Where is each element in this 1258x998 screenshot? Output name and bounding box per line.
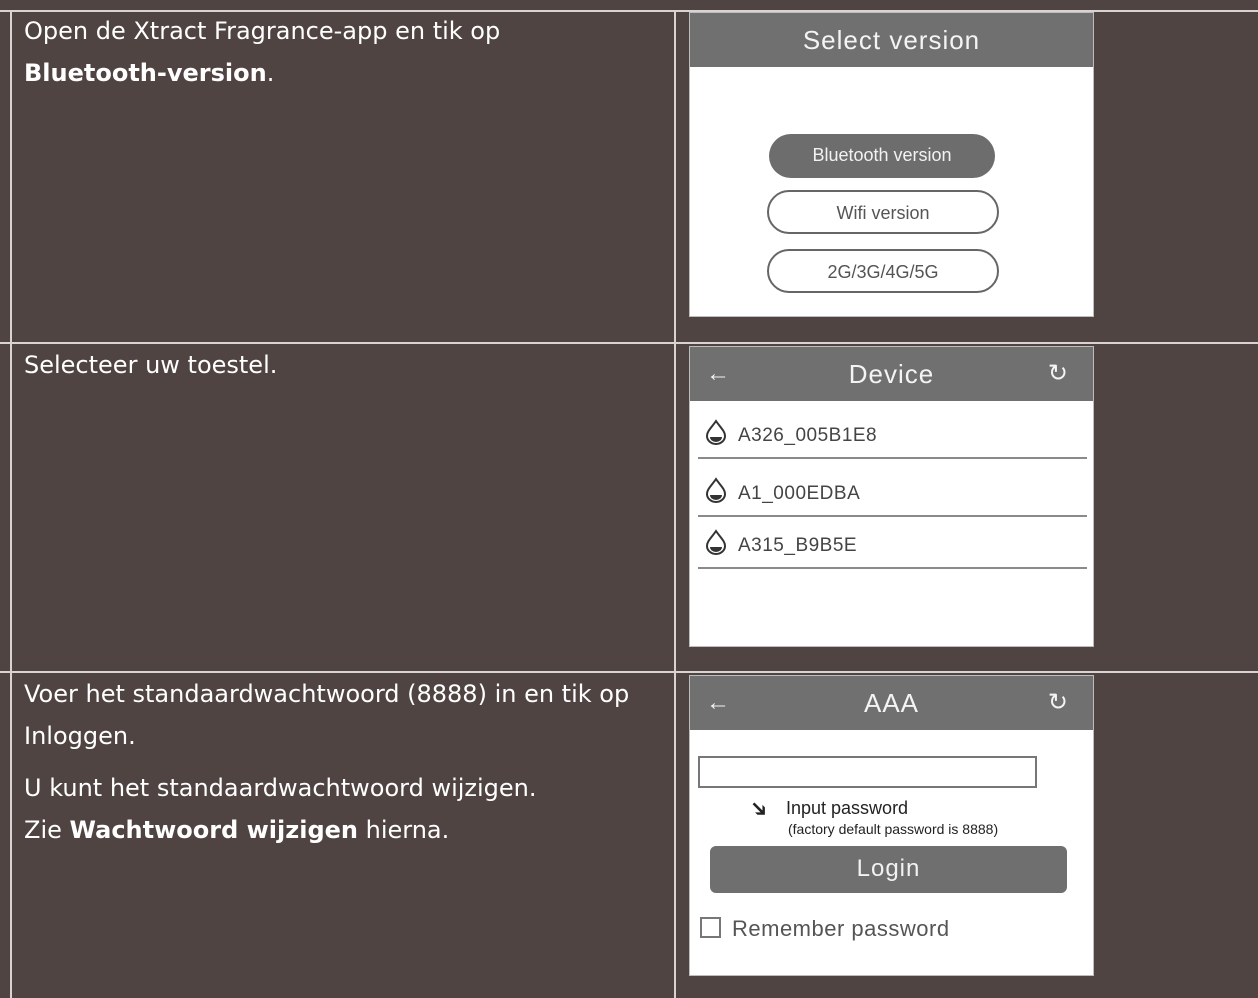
refresh-icon[interactable]: ↻ <box>1048 347 1069 401</box>
step-3-prefix: Zie <box>24 816 70 844</box>
password-input[interactable] <box>698 756 1037 788</box>
bluetooth-version-button[interactable]: Bluetooth version <box>769 134 995 178</box>
wifi-version-button[interactable]: Wifi version <box>767 190 999 234</box>
back-arrow-icon[interactable]: ← <box>706 347 731 401</box>
device-screen: ← Device ↻ A326_005B1E8 A1_000EDBA A315_… <box>689 346 1094 647</box>
step-3-suffix: hierna. <box>358 816 450 844</box>
step-1-text: Open de Xtract Fragrance-app en tik op <box>24 17 501 45</box>
device-titlebar: ← Device ↻ <box>690 347 1093 401</box>
instruction-step-3: Voer het standaardwachtwoord (8888) in e… <box>24 673 664 851</box>
back-arrow-icon[interactable]: ← <box>706 676 731 730</box>
device-list-item[interactable]: A326_005B1E8 <box>698 407 1087 459</box>
step-1-bold: Bluetooth-version <box>24 59 267 87</box>
step-3-bold: Wachtwoord wijzigen <box>69 816 358 844</box>
device-name: A1_000EDBA <box>738 483 861 504</box>
table-border-middle <box>674 10 676 998</box>
droplet-icon <box>705 529 727 555</box>
instruction-step-2: Selecteer uw toestel. <box>24 344 664 386</box>
device-list-item[interactable]: A1_000EDBA <box>698 465 1087 517</box>
device-list-item[interactable]: A315_B9B5E <box>698 517 1087 569</box>
step-3-line-1: Voer het standaardwachtwoord (8888) in e… <box>24 680 630 750</box>
refresh-icon[interactable]: ↻ <box>1048 676 1069 730</box>
password-hint: (factory default password is 8888) <box>788 821 999 837</box>
step-1-suffix: . <box>266 59 275 87</box>
device-name: A315_B9B5E <box>738 535 858 556</box>
remember-password-label: Remember password <box>732 916 950 941</box>
remember-password-checkbox[interactable] <box>700 917 721 938</box>
password-input-label: Input password <box>786 798 909 818</box>
droplet-icon <box>705 477 727 503</box>
step-3-line-2: U kunt het standaardwachtwoord wijzigen. <box>24 774 537 802</box>
table-border-left <box>10 10 12 998</box>
step-3-line-3: Zie Wachtwoord wijzigen hierna. <box>24 809 664 851</box>
device-name: A326_005B1E8 <box>738 425 878 446</box>
login-titlebar: ← AAA ↻ <box>690 676 1093 730</box>
device-title: Device <box>848 359 935 389</box>
arrow-pointer-icon: ➔ <box>744 793 775 825</box>
step-2-text: Selecteer uw toestel. <box>24 351 278 379</box>
login-title: AAA <box>863 688 920 718</box>
cellular-version-button[interactable]: 2G/3G/4G/5G <box>767 249 999 293</box>
login-screen: ← AAA ↻ ➔ Input password (factory defaul… <box>689 675 1094 976</box>
select-version-title: Select version <box>802 25 981 55</box>
droplet-icon <box>705 419 727 445</box>
login-button[interactable]: Login <box>710 846 1067 893</box>
select-version-titlebar: Select version <box>690 13 1093 67</box>
instruction-step-1: Open de Xtract Fragrance-app en tik op B… <box>24 10 664 94</box>
select-version-screen: Select version Bluetooth version Wifi ve… <box>689 12 1094 317</box>
